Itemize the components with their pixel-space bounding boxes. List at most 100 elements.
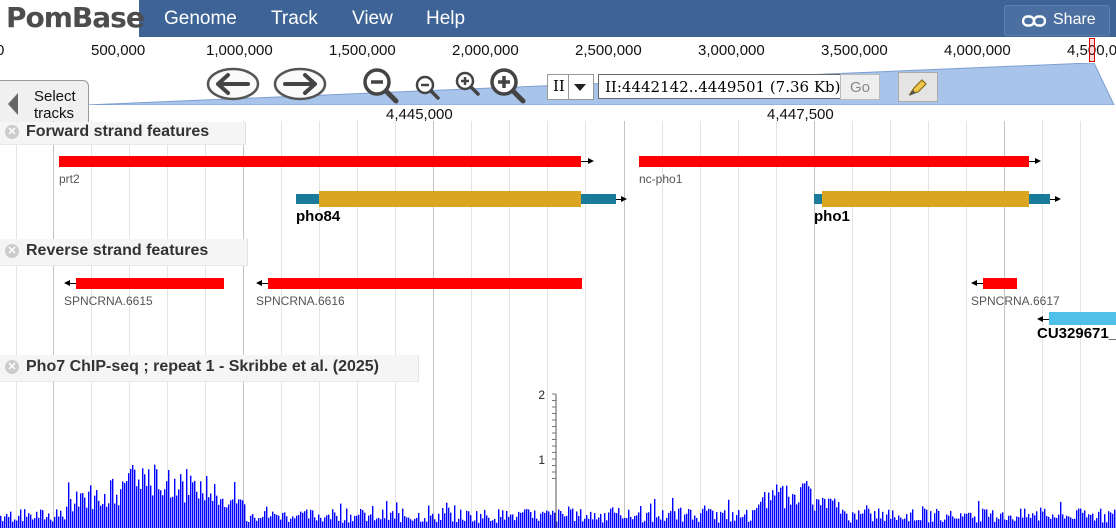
- signal-bar: [1024, 508, 1026, 528]
- chromosome-select[interactable]: II: [547, 74, 594, 100]
- utr-3prime[interactable]: [581, 194, 616, 204]
- signal-bar: [22, 521, 24, 528]
- signal-bar: [704, 505, 706, 528]
- signal-bar: [36, 511, 38, 528]
- menu-view[interactable]: View: [352, 8, 393, 30]
- signal-bar: [628, 509, 630, 528]
- signal-bar: [234, 481, 236, 528]
- signal-bar: [478, 522, 480, 528]
- zoom-out-large-icon[interactable]: [360, 66, 400, 106]
- signal-bar: [840, 513, 842, 528]
- signal-bar: [330, 519, 332, 528]
- gene-label[interactable]: CU329671_: [1037, 325, 1116, 342]
- feature-label: prt2: [59, 172, 80, 186]
- close-track-icon[interactable]: ✕: [5, 244, 19, 258]
- signal-bar: [750, 520, 752, 528]
- signal-bar: [284, 512, 286, 528]
- signal-bar: [920, 520, 922, 528]
- signal-bar: [1026, 517, 1028, 528]
- track-label-chipseq[interactable]: ✕ Pho7 ChIP-seq ; repeat 1 - Skribbe et …: [0, 355, 419, 382]
- overview-label: 0: [0, 42, 5, 59]
- feature-spncrna-6617[interactable]: [983, 278, 1017, 289]
- feature-nc-pho1[interactable]: [639, 156, 1029, 167]
- signal-bar: [42, 510, 44, 528]
- signal-bar: [1110, 512, 1112, 528]
- cds-pho84[interactable]: [319, 191, 581, 207]
- feature-cu329671[interactable]: [1049, 312, 1116, 325]
- share-button[interactable]: Share: [1004, 5, 1110, 36]
- share-label: Share: [1053, 11, 1096, 28]
- signal-bar: [1078, 508, 1080, 528]
- signal-bar: [340, 503, 342, 528]
- signal-bar: [38, 517, 40, 528]
- utr-5prime[interactable]: [296, 194, 319, 204]
- signal-bar: [186, 469, 188, 528]
- signal-bar: [480, 513, 482, 528]
- select-tracks-tab[interactable]: Select tracks: [0, 80, 89, 127]
- zoom-in-large-icon[interactable]: [487, 66, 527, 106]
- menu-track[interactable]: Track: [271, 8, 318, 30]
- signal-bar: [378, 517, 380, 528]
- overview-label: 4,000,000: [944, 42, 1011, 59]
- signal-bar: [422, 521, 424, 528]
- utr-5prime[interactable]: [814, 194, 822, 204]
- pan-right-icon[interactable]: [273, 66, 327, 102]
- signal-bar: [648, 512, 650, 528]
- signal-bar: [528, 509, 530, 528]
- menu-help[interactable]: Help: [426, 8, 465, 30]
- signal-bar: [420, 521, 422, 528]
- signal-bar: [962, 516, 964, 528]
- signal-bar: [466, 510, 468, 528]
- signal-bar: [524, 509, 526, 528]
- signal-bar: [288, 521, 290, 528]
- signal-bar: [148, 469, 150, 528]
- signal-bar: [408, 517, 410, 528]
- track-label-reverse[interactable]: ✕ Reverse strand features: [0, 239, 248, 266]
- signal-bar: [368, 515, 370, 528]
- go-button[interactable]: Go: [840, 74, 880, 100]
- signal-bar: [758, 504, 760, 528]
- gene-label[interactable]: pho1: [814, 208, 850, 225]
- signal-bar: [676, 519, 678, 528]
- signal-bar: [352, 521, 354, 528]
- signal-bar: [318, 514, 320, 528]
- signal-bar: [410, 519, 412, 528]
- feature-prt2[interactable]: [59, 156, 581, 167]
- overview-location-marker[interactable]: [1089, 38, 1095, 62]
- signal-bar: [1004, 519, 1006, 528]
- signal-bar: [930, 511, 932, 528]
- feature-spncrna-6616[interactable]: [268, 278, 582, 289]
- zoom-in-small-icon[interactable]: [453, 70, 481, 98]
- location-input[interactable]: [598, 74, 842, 99]
- close-track-icon[interactable]: ✕: [5, 360, 19, 374]
- signal-bar: [452, 521, 454, 528]
- signal-bar: [470, 515, 472, 528]
- close-track-icon[interactable]: ✕: [5, 125, 19, 139]
- signal-bar: [836, 507, 838, 528]
- signal-bar: [754, 510, 756, 528]
- cds-pho1[interactable]: [822, 191, 1029, 207]
- signal-bar: [190, 475, 192, 528]
- signal-bar: [666, 517, 668, 528]
- feature-spncrna-6615[interactable]: [76, 278, 224, 289]
- signal-bar: [612, 507, 614, 528]
- signal-bar: [1048, 516, 1050, 528]
- chipseq-signal-plot[interactable]: 2 1: [0, 388, 1116, 528]
- signal-bar: [744, 514, 746, 528]
- track-label-forward[interactable]: ✕ Forward strand features: [0, 122, 246, 145]
- pombase-logo[interactable]: PomBase: [0, 0, 145, 37]
- signal-bar: [34, 518, 36, 528]
- signal-bar: [548, 511, 550, 528]
- signal-bar: [642, 522, 644, 528]
- signal-bar: [282, 512, 284, 528]
- pan-left-icon[interactable]: [206, 66, 260, 102]
- menu-genome[interactable]: Genome: [164, 8, 237, 30]
- signal-bar: [270, 516, 272, 528]
- signal-bar: [814, 510, 816, 528]
- zoom-out-small-icon[interactable]: [413, 74, 441, 102]
- utr-3prime[interactable]: [1029, 194, 1050, 204]
- gene-label[interactable]: pho84: [296, 208, 340, 225]
- highlight-button[interactable]: [898, 72, 938, 102]
- signal-bar: [120, 489, 122, 528]
- signal-bar: [168, 470, 170, 528]
